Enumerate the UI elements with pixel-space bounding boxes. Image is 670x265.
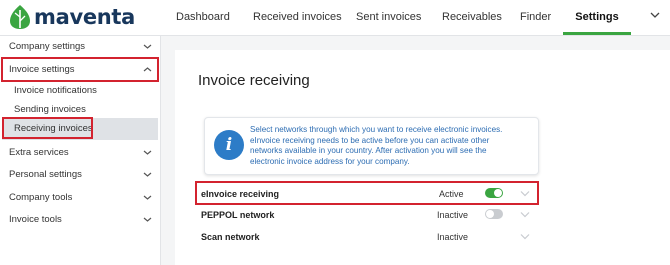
invoice-receiving-panel: Invoice receiving i Select networks thro…	[175, 50, 670, 265]
chevron-down-icon[interactable]	[520, 233, 530, 240]
network-name: PEPPOL network	[201, 210, 275, 220]
sidebar-item-label: Sending invoices	[14, 104, 86, 115]
network-row-peppol[interactable]: PEPPOL network Inactive	[195, 205, 539, 225]
info-text-line: networks available in your country. Afte…	[250, 146, 487, 155]
sidebar-item-invoice-tools[interactable]: Invoice tools	[0, 209, 160, 231]
peppol-toggle[interactable]	[485, 209, 503, 219]
info-callout: i Select networks through which you want…	[204, 117, 539, 175]
network-status: Inactive	[437, 232, 469, 242]
sidebar-item-label: Invoice settings	[9, 64, 75, 75]
tab-settings[interactable]: Settings	[563, 0, 631, 35]
tab-received-invoices[interactable]: Received invoices	[253, 0, 342, 34]
page-title: Invoice receiving	[198, 72, 310, 89]
sidebar-item-label: Personal settings	[9, 169, 82, 180]
toggle-knob	[486, 210, 494, 218]
tab-label: Sent invoices	[356, 11, 422, 23]
tab-label: Received invoices	[253, 11, 342, 23]
chevron-down-icon[interactable]	[520, 211, 530, 218]
chevron-down-icon	[143, 195, 152, 200]
sidebar-item-company-settings[interactable]: Company settings	[0, 36, 160, 58]
info-icon: i	[214, 130, 244, 160]
network-name: eInvoice receiving	[201, 189, 280, 199]
sidebar-item-label: Receiving invoices	[14, 123, 93, 134]
tab-finder[interactable]: Finder	[520, 0, 552, 34]
network-status: Active	[439, 189, 464, 199]
tab-receivables[interactable]: Receivables	[442, 0, 502, 34]
info-text-line: eInvoice receiving needs to be active be…	[250, 135, 490, 145]
active-tab-underline	[563, 32, 631, 35]
toggle-knob	[494, 189, 502, 197]
chevron-down-icon	[143, 150, 152, 155]
chevron-down-icon[interactable]	[520, 190, 530, 197]
einvoice-toggle[interactable]	[485, 188, 503, 198]
sidebar-item-label: Company tools	[9, 192, 73, 203]
chevron-down-icon	[143, 172, 152, 177]
network-status: Inactive	[437, 210, 469, 220]
maventa-logo[interactable]: maventa	[9, 3, 135, 31]
network-row-einvoice[interactable]: eInvoice receiving Active	[195, 184, 539, 204]
sidebar-item-invoice-settings[interactable]: Invoice settings	[0, 59, 160, 81]
sidebar-item-company-tools[interactable]: Company tools	[0, 187, 160, 209]
network-name: Scan network	[201, 232, 260, 242]
top-bar: maventa Dashboard Received invoices Sent…	[0, 0, 670, 36]
tab-label: Finder	[520, 11, 552, 23]
chevron-up-icon	[143, 67, 152, 72]
settings-sidebar: Company settings Invoice settings Invoic…	[0, 36, 161, 265]
sidebar-item-personal-settings[interactable]: Personal settings	[0, 164, 160, 186]
tab-label: Settings	[575, 11, 619, 23]
info-text-line: Select networks through which you want t…	[250, 125, 503, 134]
tab-label: Receivables	[442, 11, 502, 23]
info-text: Select networks through which you want t…	[250, 125, 530, 167]
chevron-down-icon	[143, 44, 152, 49]
sidebar-item-label: Company settings	[9, 41, 86, 52]
sidebar-item-receiving-invoices[interactable]: Receiving invoices	[2, 118, 158, 140]
sidebar-item-extra-services[interactable]: Extra services	[0, 142, 160, 164]
sidebar-item-label: Invoice notifications	[14, 85, 97, 96]
sidebar-item-label: Extra services	[9, 147, 69, 158]
tab-dashboard[interactable]: Dashboard	[176, 0, 230, 34]
network-row-scan[interactable]: Scan network Inactive	[195, 227, 539, 247]
tab-label: Dashboard	[176, 11, 230, 23]
info-text-line: electronic invoice address for your comp…	[250, 156, 410, 166]
sidebar-item-label: Invoice tools	[9, 214, 62, 225]
chevron-down-icon[interactable]	[650, 11, 660, 19]
tab-sent-invoices[interactable]: Sent invoices	[356, 0, 421, 34]
chevron-down-icon	[143, 217, 152, 222]
logo-wordmark: maventa	[34, 5, 136, 29]
maventa-leaf-icon	[10, 5, 30, 29]
